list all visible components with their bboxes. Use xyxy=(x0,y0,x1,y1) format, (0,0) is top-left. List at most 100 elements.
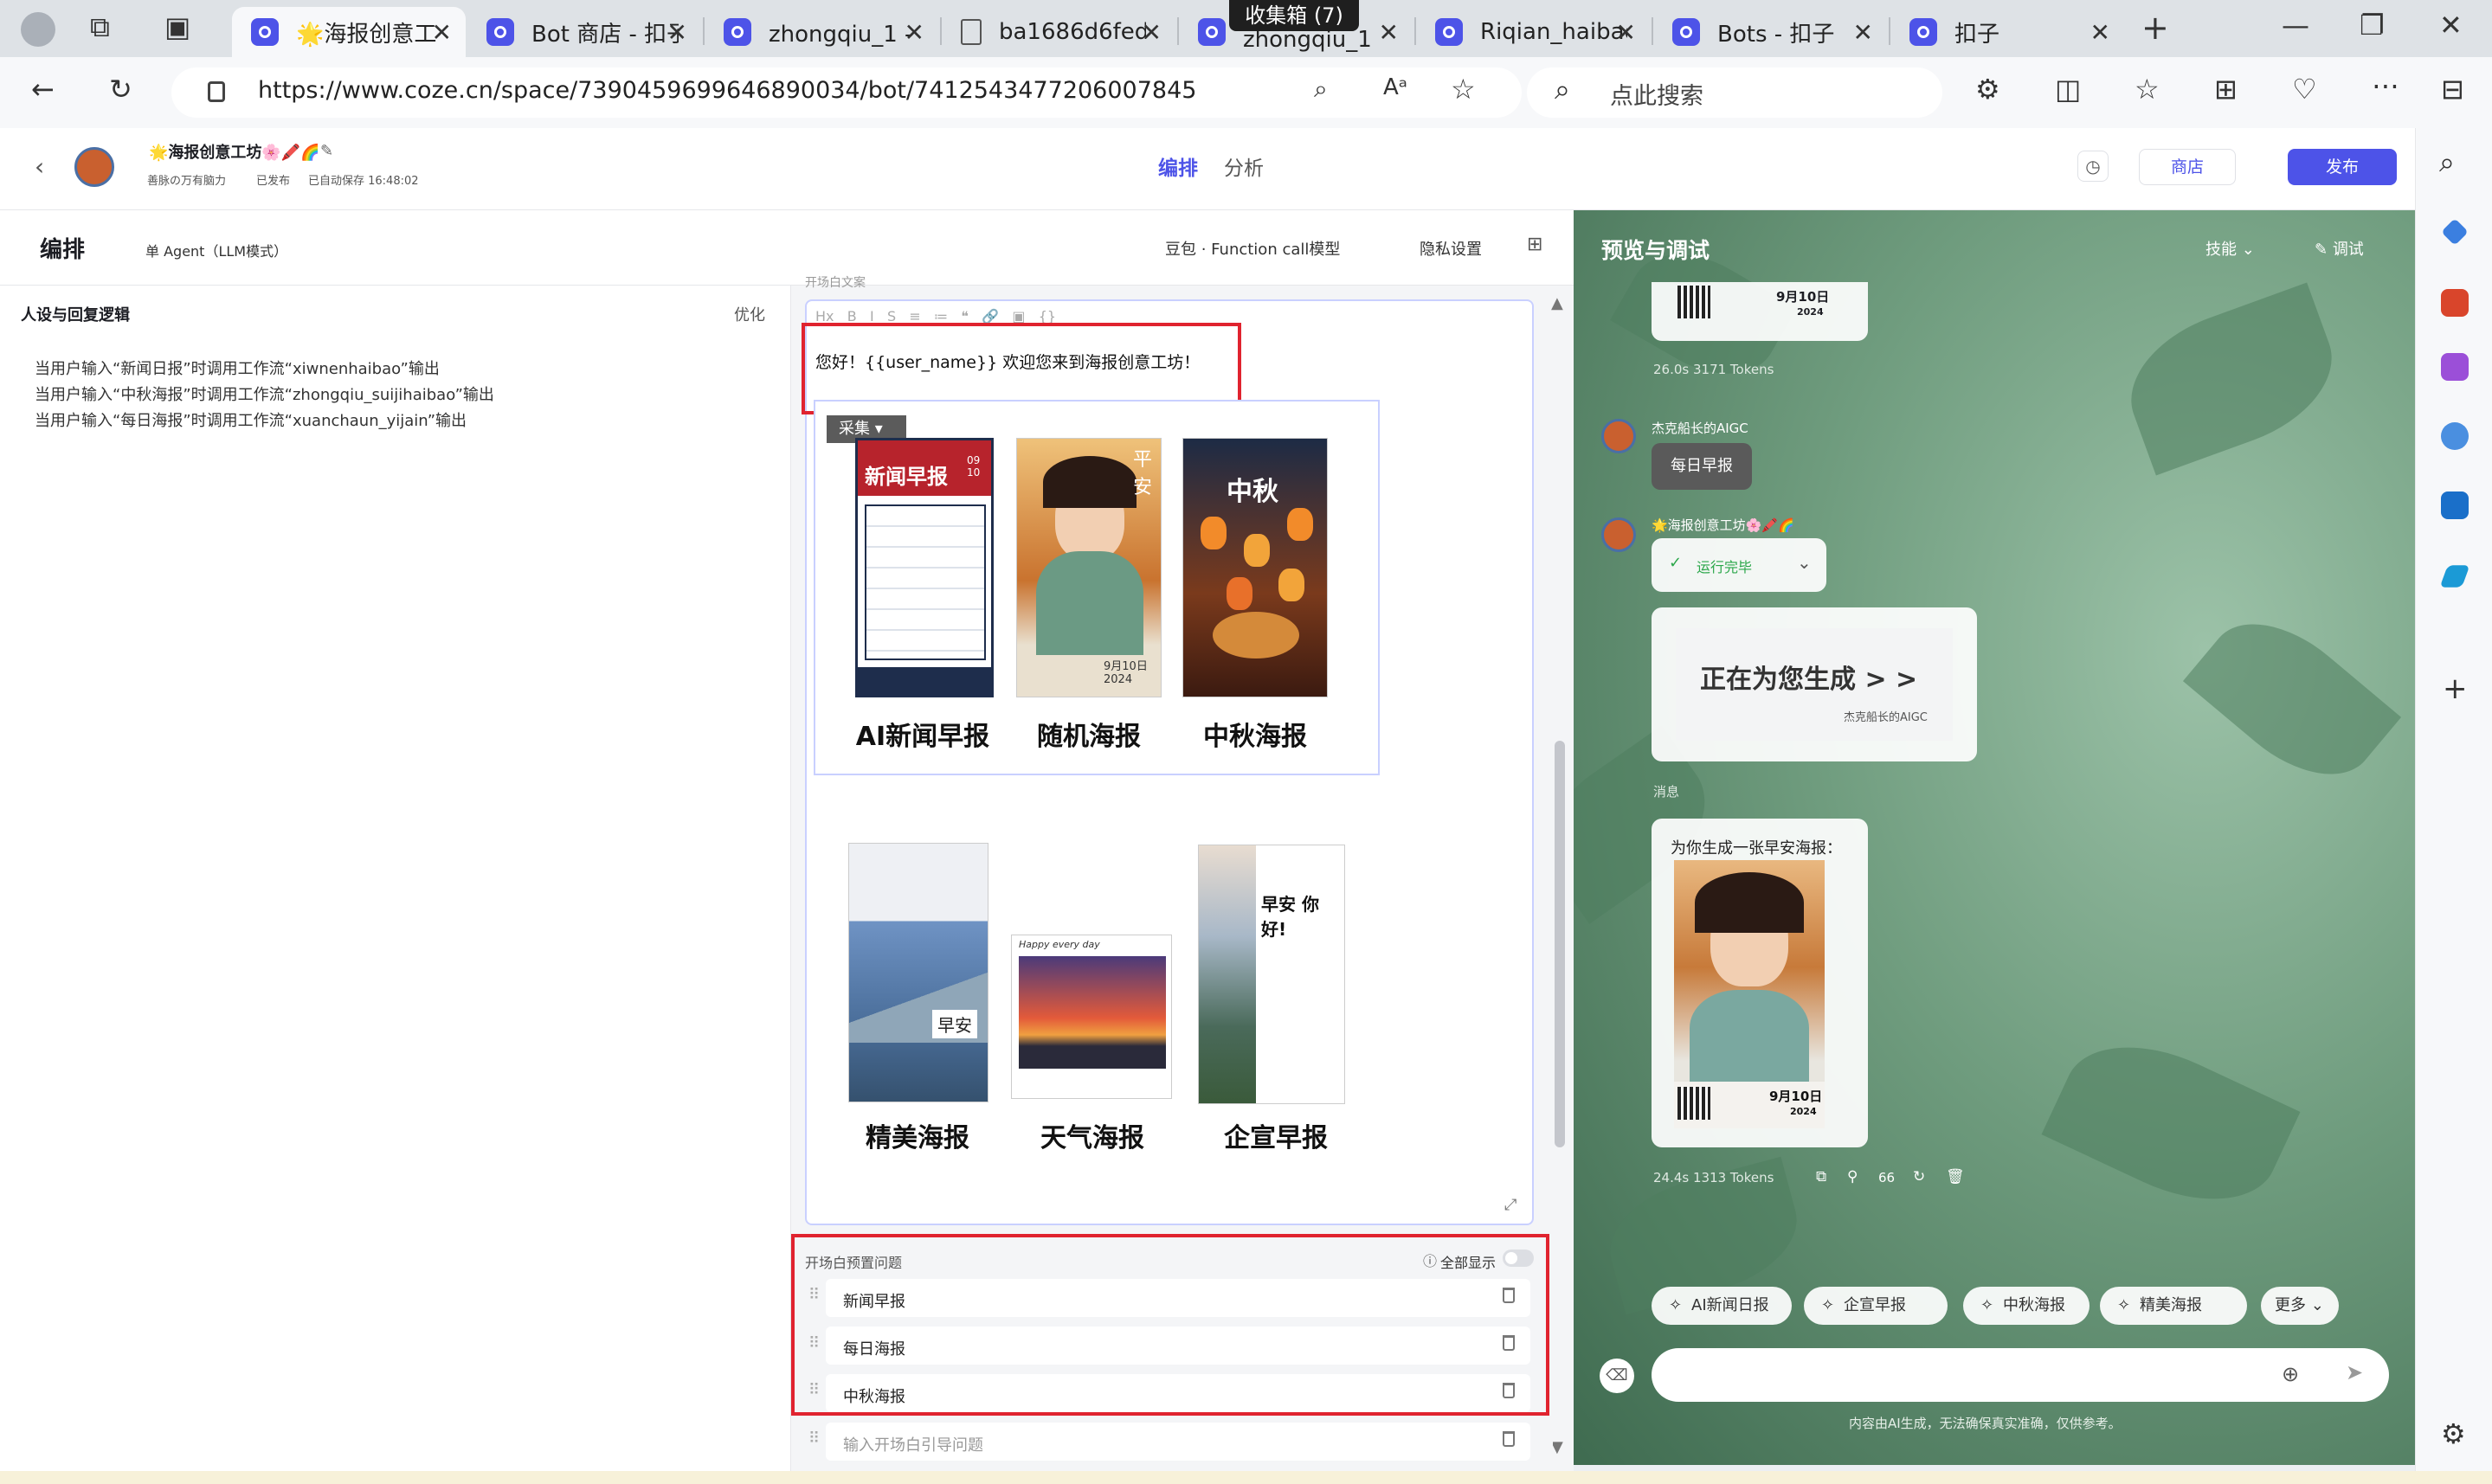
split-screen-icon[interactable]: ◫ xyxy=(2055,73,2081,106)
send-icon[interactable]: ➤ xyxy=(2346,1360,2363,1384)
close-icon[interactable]: ✕ xyxy=(905,18,924,47)
close-icon[interactable]: ✕ xyxy=(1616,18,1636,47)
tab-2[interactable]: Bot 商店 - 扣子 ✕ xyxy=(467,7,701,57)
copilot-icon[interactable] xyxy=(2441,422,2469,450)
suggestion-chip[interactable]: ✧ 中秋海报 xyxy=(1963,1287,2090,1325)
tab-8[interactable]: 扣子 ✕ xyxy=(1890,7,2124,57)
suggestion-chip[interactable]: ✧ 企宣早报 xyxy=(1804,1287,1948,1325)
sidebar-toggle-icon[interactable]: ⊟ xyxy=(2441,73,2464,106)
skills-dropdown[interactable]: 技能 ⌄ xyxy=(2205,237,2255,260)
delete-icon[interactable] xyxy=(1503,1431,1515,1447)
tab-analysis[interactable]: 分析 xyxy=(1224,151,1264,181)
result-poster[interactable]: 9月10日 2024 xyxy=(1674,860,1825,1128)
back-icon[interactable]: ← xyxy=(31,73,55,106)
tab-3[interactable]: zhongqiu_1 - 扣 ✕ xyxy=(705,7,938,57)
tab-6[interactable]: Riqian_haibao ✕ xyxy=(1416,7,1650,57)
search-icon[interactable]: ⌕ xyxy=(2439,145,2455,179)
tab-4[interactable]: ba1686d6fed7 ✕ xyxy=(942,7,1175,57)
restore-icon[interactable]: ❐ xyxy=(2360,9,2385,42)
back-arrow-icon[interactable]: ‹ xyxy=(35,152,44,181)
favorites-icon[interactable]: ☆ xyxy=(2135,73,2160,106)
close-window-icon[interactable]: ✕ xyxy=(2439,9,2463,42)
collections-icon[interactable]: ⊞ xyxy=(2214,73,2238,106)
edit-icon[interactable]: ✎ xyxy=(320,142,333,160)
status-strip xyxy=(0,1471,2492,1484)
history-icon[interactable]: ◷ xyxy=(2077,151,2109,182)
more-chips-button[interactable]: 更多 ⌄ xyxy=(2261,1287,2339,1325)
clear-history-icon[interactable]: ⌫ xyxy=(1600,1359,1634,1393)
chat-input[interactable] xyxy=(1652,1348,2389,1402)
search-box[interactable] xyxy=(1527,67,1942,118)
settings-icon[interactable]: ⚙ xyxy=(2441,1417,2466,1450)
outlook-icon[interactable] xyxy=(2441,491,2469,519)
tab-arrange[interactable]: 编排 xyxy=(1158,151,1198,181)
read-aloud-icon[interactable]: Aᵃ xyxy=(1383,74,1407,100)
add-icon[interactable]: + xyxy=(2443,671,2468,706)
quote-count[interactable]: 66 xyxy=(1878,1170,1895,1185)
more-icon[interactable]: ⋯ xyxy=(2372,69,2399,102)
preset-question-input[interactable]: 输入开场白引导问题 xyxy=(826,1423,1530,1461)
delete-message-icon[interactable]: 🗑 xyxy=(1946,1168,1965,1185)
browser-essentials-icon[interactable]: ♡ xyxy=(2292,73,2317,106)
user-message: 每日早报 xyxy=(1652,443,1752,490)
link-icon[interactable]: ⚲ xyxy=(1847,1168,1858,1185)
agent-mode-select[interactable]: 单 Agent（LLM模式） xyxy=(145,240,287,260)
vertical-tabs-icon[interactable]: ▣ xyxy=(164,10,190,43)
tab-1[interactable]: 🌟海报创意工 ✕ xyxy=(232,7,466,57)
drag-handle-icon[interactable]: ⠿ xyxy=(808,1429,820,1448)
scroll-up-icon[interactable]: ▲ xyxy=(1551,294,1563,312)
profile-avatar[interactable] xyxy=(21,12,55,47)
copy-icon[interactable]: ⧉ xyxy=(1816,1168,1826,1185)
layout-icon[interactable]: ⊞ xyxy=(1527,234,1542,255)
url-text[interactable]: https://www.coze.cn/space/73904596996468… xyxy=(258,77,1196,104)
news-poster: 新闻早报 09 10 xyxy=(855,438,994,697)
office-icon[interactable] xyxy=(2441,353,2469,381)
collections-button[interactable]: 收集箱 (7) xyxy=(1229,0,1359,31)
scroll-down-icon[interactable]: ▼ xyxy=(1551,1438,1563,1456)
generating-sub: 杰克船长的AIGC xyxy=(1844,711,1928,724)
sparkle-icon: ✧ xyxy=(2117,1296,2131,1314)
minimize-icon[interactable]: — xyxy=(2282,9,2309,42)
toolbox-icon[interactable] xyxy=(2441,289,2469,317)
favorite-star-icon[interactable]: ☆ xyxy=(1451,73,1476,106)
suggestion-chip[interactable]: ✧ AI新闻日报 xyxy=(1652,1287,1792,1325)
coze-icon xyxy=(1198,18,1226,46)
beauty-poster: 早安 xyxy=(848,843,988,1102)
store-button[interactable]: 商店 xyxy=(2139,149,2236,185)
search-placeholder[interactable]: 点此搜索 xyxy=(1610,77,1703,111)
scrollbar-thumb[interactable] xyxy=(1555,741,1565,1147)
persona-line[interactable]: 当用户输入“中秋海报”时调用工作流“zhongqiu_suijihaibao”输… xyxy=(35,382,494,405)
regenerate-icon[interactable]: ↻ xyxy=(1913,1168,1925,1185)
close-icon[interactable]: ✕ xyxy=(1853,18,1873,47)
persona-line[interactable]: 当用户输入“新闻日报”时调用工作流“xiwnenhaibao”输出 xyxy=(35,357,440,379)
optimize-button[interactable]: 优化 xyxy=(734,303,765,325)
close-icon[interactable]: ✕ xyxy=(667,18,687,47)
close-icon[interactable]: ✕ xyxy=(432,18,452,47)
debug-button[interactable]: ✎ 调试 xyxy=(2315,237,2364,260)
check-circle-icon: ✓ xyxy=(1669,554,1683,572)
run-status-card[interactable]: ✓ 运行完毕 ⌄ xyxy=(1652,538,1826,592)
result-text: 为你生成一张早安海报： xyxy=(1671,839,1842,858)
message-card: 9月10日 2024 xyxy=(1652,282,1868,341)
zoom-icon[interactable]: ⌕ xyxy=(1314,74,1328,104)
persona-line[interactable]: 当用户输入“每日海报”时调用工作流“xuanchaun_yijain”输出 xyxy=(35,408,467,431)
privacy-settings[interactable]: 隐私设置 xyxy=(1420,237,1482,260)
poster-badge: 平安 xyxy=(1133,449,1153,498)
poster-badge: 新闻早报 xyxy=(865,465,948,489)
close-icon[interactable]: ✕ xyxy=(2090,18,2110,47)
add-attachment-icon[interactable]: ⊕ xyxy=(2282,1362,2299,1386)
suggestion-chip[interactable]: ✧ 精美海报 xyxy=(2100,1287,2247,1325)
model-select[interactable]: 豆包 · Function call模型 xyxy=(1165,237,1340,260)
close-icon[interactable]: ✕ xyxy=(1142,18,1162,47)
workspaces-icon[interactable]: ⧉ xyxy=(90,10,110,44)
extensions-icon[interactable]: ⚙ xyxy=(1975,73,2000,106)
publish-button[interactable]: 发布 xyxy=(2288,149,2397,185)
poster-label: 中秋海报 xyxy=(1203,722,1307,752)
close-icon[interactable]: ✕ xyxy=(1379,18,1399,47)
tab-7[interactable]: Bots - 扣子 ✕ xyxy=(1653,7,1887,57)
preset-input-placeholder[interactable]: 输入开场白引导问题 xyxy=(843,1433,983,1455)
refresh-icon[interactable]: ↻ xyxy=(109,73,132,106)
response-stats: 24.4s 1313 Tokens xyxy=(1653,1170,1774,1185)
expand-icon[interactable]: ⤢ xyxy=(1504,1196,1516,1214)
new-tab-icon[interactable]: + xyxy=(2141,9,2169,47)
